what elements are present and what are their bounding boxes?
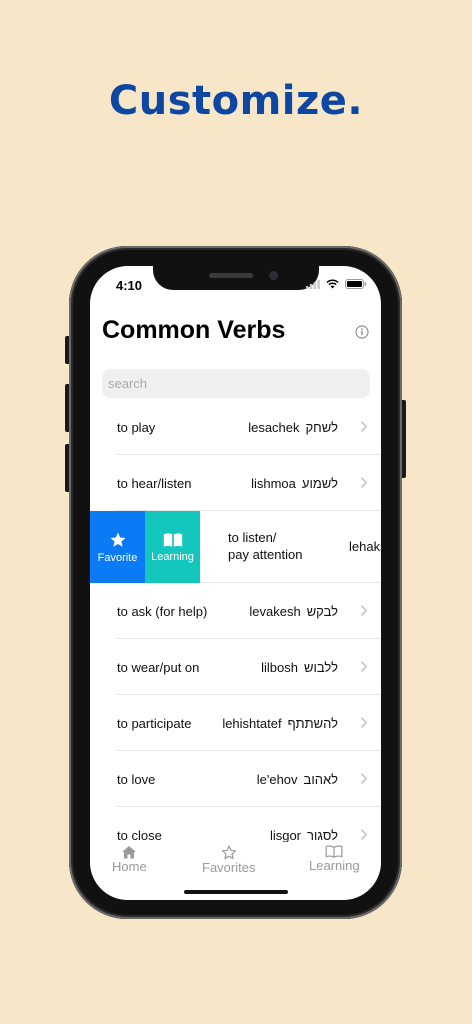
verb-translation: levakesh לבקש [249, 583, 338, 639]
status-icons [306, 279, 367, 289]
verb-transliteration: lilbosh [261, 659, 298, 675]
verb-translation: lesachek לשחק [248, 399, 338, 455]
info-icon[interactable] [355, 325, 369, 339]
verb-translation: lilbosh ללבוש [261, 639, 338, 695]
house-icon [122, 846, 137, 859]
verb-transliteration: lehaks [349, 539, 381, 554]
star-icon [110, 532, 125, 547]
list-item[interactable]: to love le'ehov לאהוב [90, 751, 381, 807]
learning-action-label: Learning [151, 550, 194, 563]
verb-english: to ask (for help) [117, 603, 208, 619]
chevron-right-icon [360, 716, 368, 729]
star-outline-icon [221, 845, 236, 860]
chevron-right-icon [360, 660, 368, 673]
verb-english-line2: pay attention [228, 547, 303, 562]
verb-hebrew: לשחק [305, 419, 338, 435]
learning-action-button[interactable]: Learning [145, 511, 200, 583]
list-item[interactable]: to participate lehishtatef להשתתף [90, 695, 381, 751]
verb-english: to hear/listen [117, 475, 192, 491]
headline: Customize. [108, 78, 364, 124]
verb-english: to participate [117, 715, 192, 731]
verb-translation: lishmoa לשמוע [251, 455, 338, 511]
wifi-icon [326, 279, 339, 289]
verb-transliteration: lishmoa [251, 475, 296, 491]
verb-transliteration: le'ehov [256, 771, 298, 787]
tab-favorites[interactable]: Favorites [202, 845, 255, 875]
verb-english: to listen/ pay attention [228, 529, 302, 563]
verb-english: to love [117, 771, 156, 787]
tab-learning-label: Learning [309, 858, 360, 873]
verb-hebrew: לבקש [306, 603, 338, 619]
tab-learning[interactable]: Learning [309, 845, 360, 873]
book-outline-icon [325, 845, 343, 858]
tab-favorites-label: Favorites [202, 860, 256, 875]
list-item-swiped[interactable]: Favorite Learning to listen/ pay attenti… [90, 511, 381, 583]
list-item[interactable]: to hear/listen lishmoa לשמוע [90, 455, 381, 511]
chevron-right-icon [360, 828, 368, 841]
status-time: 4:10 [116, 278, 143, 293]
camera [269, 271, 278, 280]
phone-screen: 4:10 Common Verbs to play lesachek [90, 266, 381, 900]
speaker [209, 273, 253, 278]
tab-home-label: Home [112, 859, 147, 874]
verb-english: to wear/put on [117, 659, 200, 675]
favorite-action-label: Favorite [97, 551, 138, 564]
chevron-right-icon [360, 476, 368, 489]
verb-translation: le'ehov לאהוב [257, 751, 338, 807]
verb-hebrew: לסגור [307, 827, 338, 843]
tab-home[interactable]: Home [112, 845, 147, 874]
verb-transliteration: levakesh [249, 603, 301, 619]
list-item[interactable]: to play lesachek לשחק [90, 399, 381, 455]
verb-hebrew: לשמוע [301, 475, 338, 491]
chevron-right-icon [360, 772, 368, 785]
home-indicator [184, 890, 288, 894]
verb-translation: lehishtatef להשתתף [222, 695, 338, 751]
verb-english-line1: to listen/ [228, 530, 277, 545]
cellular-signal-icon [306, 279, 320, 289]
verb-list: to play lesachek לשחק to hear/listen lis… [90, 399, 381, 863]
search-input[interactable] [102, 369, 370, 398]
list-item[interactable]: to wear/put on lilbosh ללבוש [90, 639, 381, 695]
page-title: Common Verbs [102, 316, 286, 344]
battery-icon [345, 279, 367, 289]
notch [153, 266, 319, 290]
favorite-action-button[interactable]: Favorite [90, 511, 145, 583]
verb-transliteration: lesachek [248, 419, 300, 435]
book-icon [163, 532, 182, 547]
verb-transliteration: lehishtatef [222, 715, 282, 731]
list-item[interactable]: to ask (for help) levakesh לבקש [90, 583, 381, 639]
chevron-right-icon [360, 604, 368, 617]
verb-english: to play [117, 419, 156, 435]
chevron-right-icon [360, 420, 368, 433]
verb-hebrew: ללבוש [303, 659, 338, 675]
verb-hebrew: להשתתף [287, 715, 338, 731]
verb-hebrew: לאהוב [303, 771, 338, 787]
verb-transliteration: lisgor [269, 827, 302, 843]
